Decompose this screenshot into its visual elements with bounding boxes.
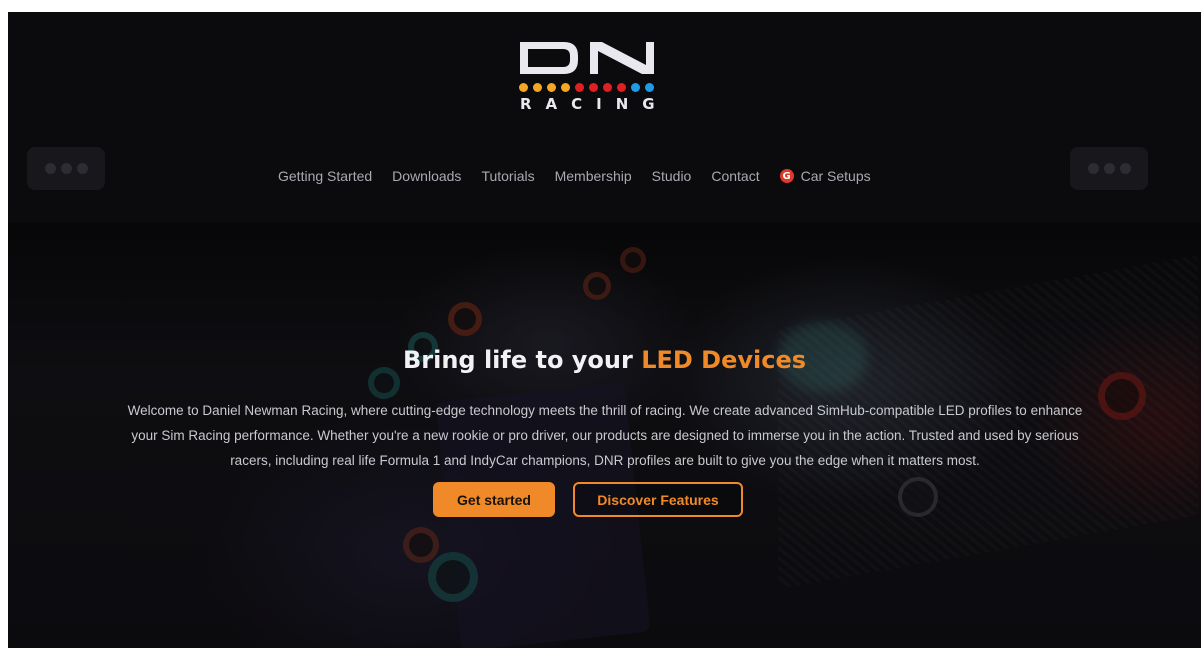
hero-description: Welcome to Daniel Newman Racing, where c… bbox=[127, 403, 1083, 468]
dot bbox=[1103, 163, 1115, 174]
hero-title-accent: LED Devices bbox=[641, 346, 807, 374]
logo-dot bbox=[575, 83, 584, 92]
nav-membership[interactable]: Membership bbox=[555, 168, 632, 184]
logo-dot bbox=[533, 83, 542, 92]
logo-dot bbox=[561, 83, 570, 92]
hero-title: Bring life to your LED Devices bbox=[8, 346, 1201, 374]
nav-contact[interactable]: Contact bbox=[711, 168, 759, 184]
logo-dot bbox=[631, 83, 640, 92]
page-frame: DN RACING Getting Started Downloads Tuto… bbox=[8, 12, 1201, 648]
dot bbox=[44, 163, 56, 174]
g-logo-icon: G bbox=[779, 169, 794, 183]
nav-studio[interactable]: Studio bbox=[652, 168, 692, 184]
logo-dot bbox=[617, 83, 626, 92]
main-nav: Getting Started Downloads Tutorials Memb… bbox=[278, 165, 871, 187]
logo-dot bbox=[603, 83, 612, 92]
hero-title-main: Bring life to your bbox=[402, 346, 633, 374]
dot bbox=[60, 163, 72, 174]
nav-car-setups[interactable]: G Car Setups bbox=[779, 168, 871, 184]
nav-getting-started[interactable]: Getting Started bbox=[278, 168, 372, 184]
menu-dots-right[interactable] bbox=[1070, 147, 1148, 190]
logo-dot bbox=[645, 83, 654, 92]
logo-dot bbox=[519, 83, 528, 92]
menu-dots-left[interactable] bbox=[27, 147, 105, 190]
logo-dot bbox=[589, 83, 598, 92]
logo-dot bbox=[547, 83, 556, 92]
get-started-button[interactable]: Get started bbox=[433, 482, 555, 517]
dot bbox=[1087, 163, 1099, 174]
dot bbox=[76, 163, 88, 174]
nav-downloads[interactable]: Downloads bbox=[392, 168, 461, 184]
dn-racing-logo[interactable]: DN RACING bbox=[518, 40, 658, 124]
dot bbox=[1119, 163, 1131, 174]
logo-led-dots bbox=[519, 83, 654, 92]
logo-racing-text: RACING bbox=[520, 95, 669, 113]
nav-car-setups-label: Car Setups bbox=[800, 168, 871, 184]
discover-features-button[interactable]: Discover Features bbox=[573, 482, 743, 517]
dn-logo-mark: DN bbox=[520, 42, 654, 74]
nav-tutorials[interactable]: Tutorials bbox=[481, 168, 534, 184]
